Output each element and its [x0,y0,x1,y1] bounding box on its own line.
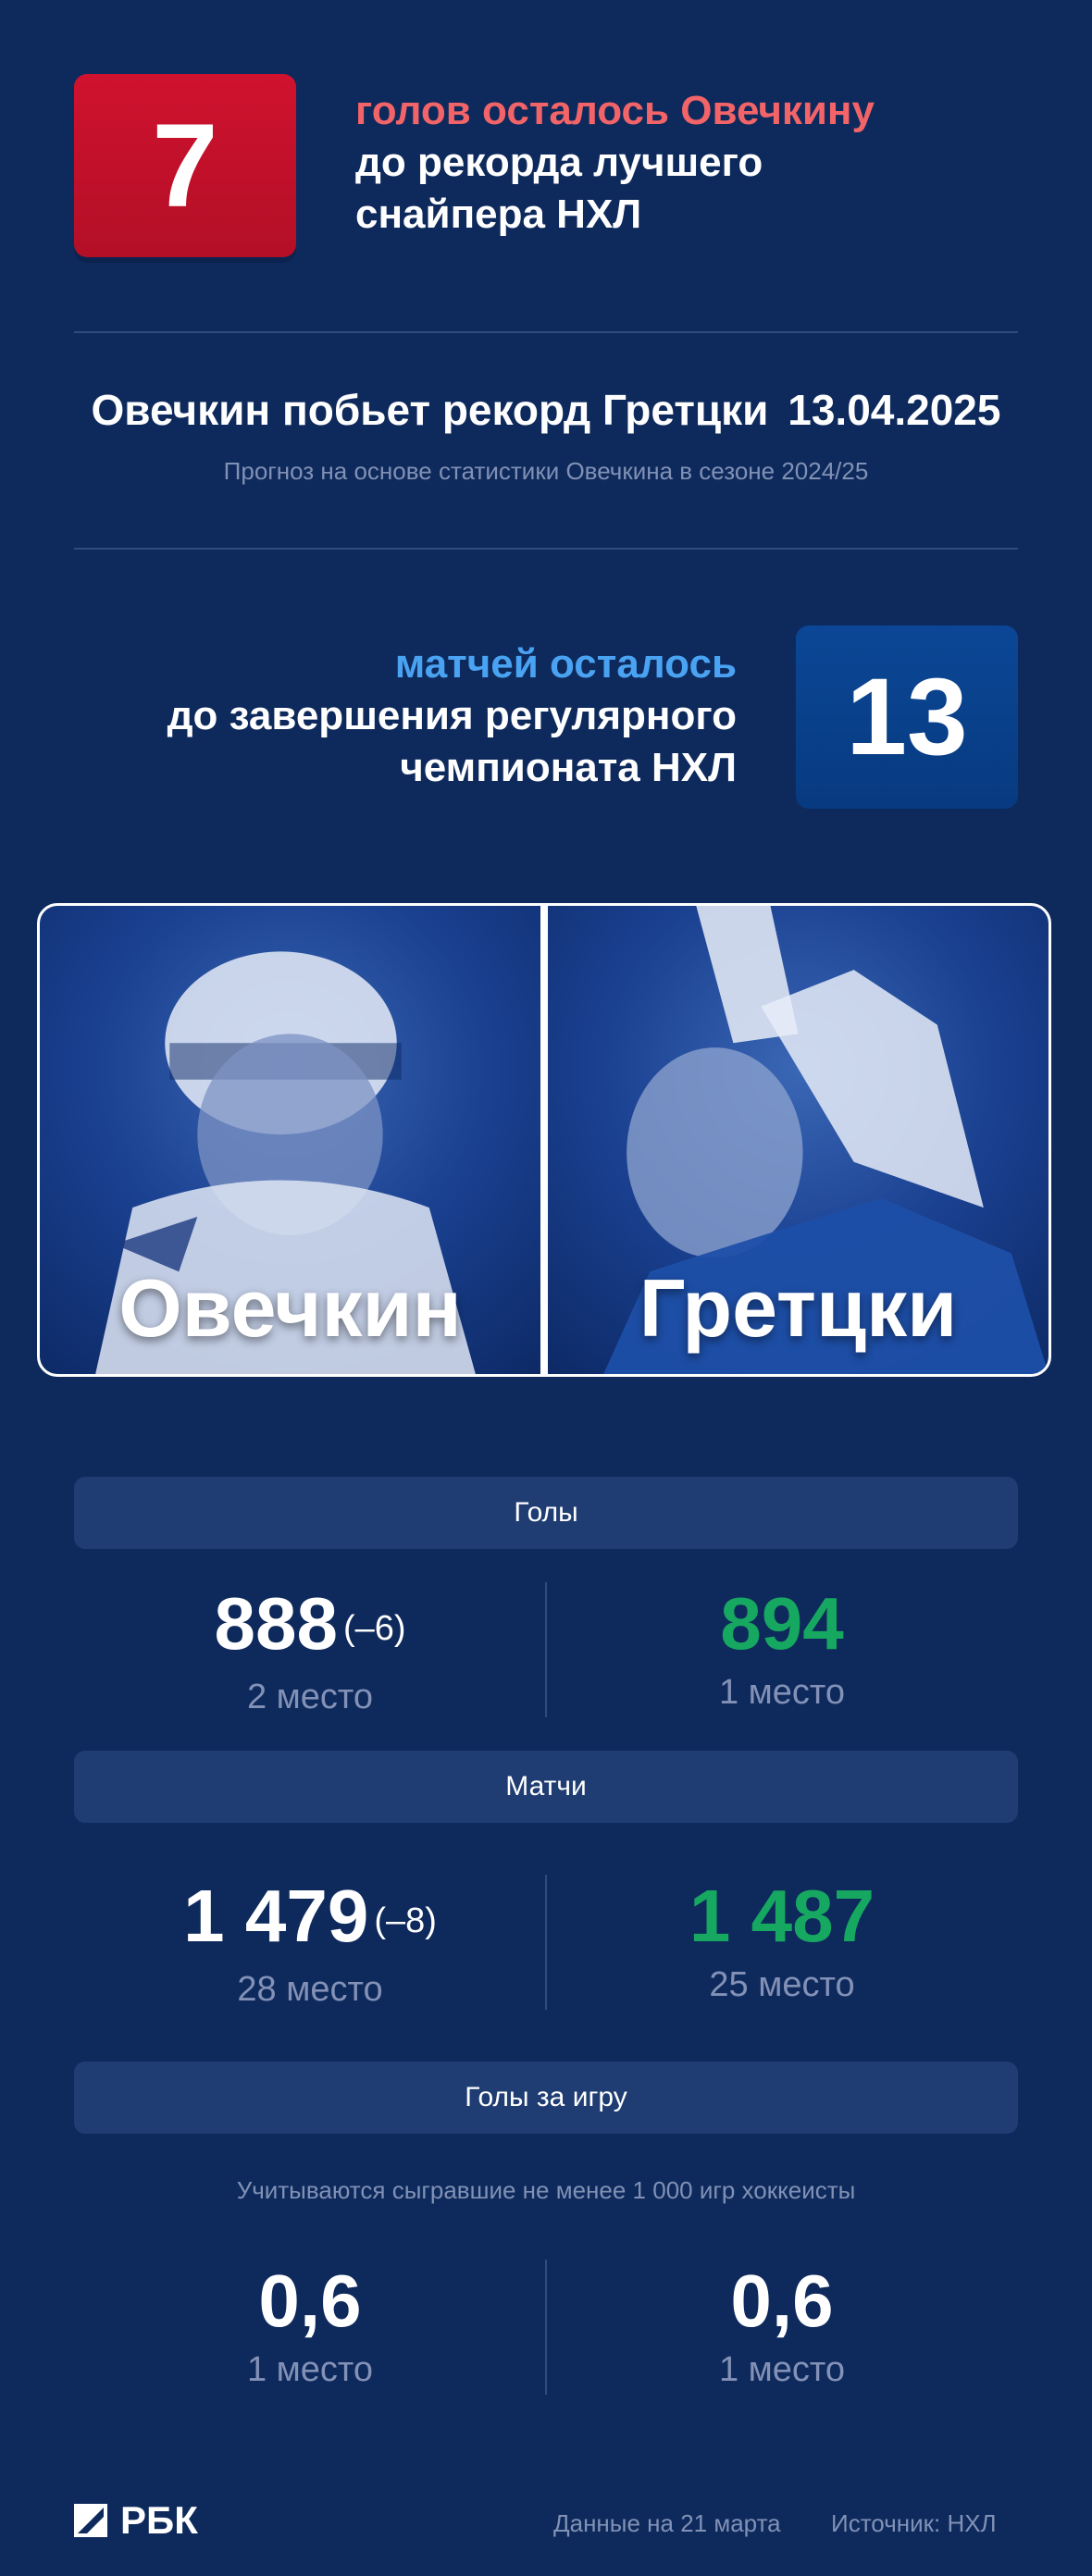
goals-per-game-title: Голы за игру [465,2082,627,2112]
gretzky-games-place: 25 место [709,1965,855,2004]
ovechkin-goals-place: 2 место [246,1678,374,1716]
ovechkin-games-value: 1 479 [183,1875,369,1957]
gretzky-gpg-place: 1 место [718,2350,846,2389]
goals-left-number: 7 [152,99,218,232]
goals-left-card: 7 [74,74,296,257]
ovechkin-photo: Овечкин [40,906,540,1374]
ovechkin-goals-value: 888 [214,1582,338,1665]
goals-left-line3: снайпера НХЛ [355,192,642,237]
forecast-headline: Овечкин побьет рекорд Гретцки 13.04.2025 [0,385,1092,435]
ovechkin-goals-diff: (–6) [342,1609,406,1648]
divider-top [74,331,1018,333]
gretzky-goals: 894 1 место [546,1584,1018,1713]
forecast-text: Овечкин побьет рекорд Гретцки [91,386,769,434]
ovechkin-games: 1 479 (–8) 28 место [74,1876,546,2010]
goals-section-title: Голы [514,1497,578,1528]
ovechkin-gpg-place: 1 место [246,2350,374,2389]
matches-left-line3: чемпионата НХЛ [400,745,737,790]
ovechkin-games-diff: (–8) [374,1901,437,1940]
matches-left-line2: до завершения регулярного [167,693,737,738]
footer-source: Источник: НХЛ [831,2509,997,2537]
goals-per-game-section-header: Голы за игру [74,2062,1018,2134]
matches-left-line1: матчей осталось [394,641,737,687]
gretzky-goals-per-game: 0,6 1 место [546,2261,1018,2390]
gretzky-goals-value: 894 [720,1582,844,1665]
rbc-logo-text: РБК [120,2498,198,2542]
matches-left-number: 13 [846,656,968,778]
goals-section-header: Голы [74,1477,1018,1549]
goals-left-headline: голов осталось Овечкину до рекорда лучше… [355,85,1022,241]
games-section-header: Матчи [74,1751,1018,1823]
rbc-logo-icon [74,2504,107,2537]
gretzky-photo: Гретцки [548,906,1049,1374]
goals-left-line1: голов осталось Овечкину [355,88,875,133]
goals-per-game-note: Учитываются сыгравшие не менее 1 000 игр… [236,2176,856,2204]
player-photos: Овечкин Гретцки [37,903,1051,1377]
forecast-note: Прогноз на основе статистики Овечкина в … [223,457,869,485]
ovechkin-label: Овечкин [118,1262,462,1354]
ovechkin-goals: 888 (–6) 2 место [74,1584,546,1717]
matches-left-card: 13 [796,625,1018,809]
ovechkin-games-place: 28 место [237,1970,383,2009]
gretzky-goals-place: 1 место [718,1673,846,1712]
ovechkin-goals-per-game: 0,6 1 место [74,2261,546,2390]
goals-left-line2: до рекорда лучшего [355,140,763,185]
footer-date-note: Данные на 21 марта [553,2509,781,2537]
gretzky-label: Гретцки [639,1262,958,1354]
forecast-date: 13.04.2025 [788,386,1001,434]
gretzky-games: 1 487 25 место [546,1876,1018,2005]
gretzky-gpg-value: 0,6 [730,2260,834,2342]
rbc-logo: РБК [74,2498,198,2543]
matches-left-headline: матчей осталось до завершения регулярног… [74,638,737,794]
gretzky-games-value: 1 487 [689,1875,875,1957]
ovechkin-gpg-value: 0,6 [258,2260,362,2342]
divider-middle [74,548,1018,550]
games-section-title: Матчи [505,1771,587,1802]
